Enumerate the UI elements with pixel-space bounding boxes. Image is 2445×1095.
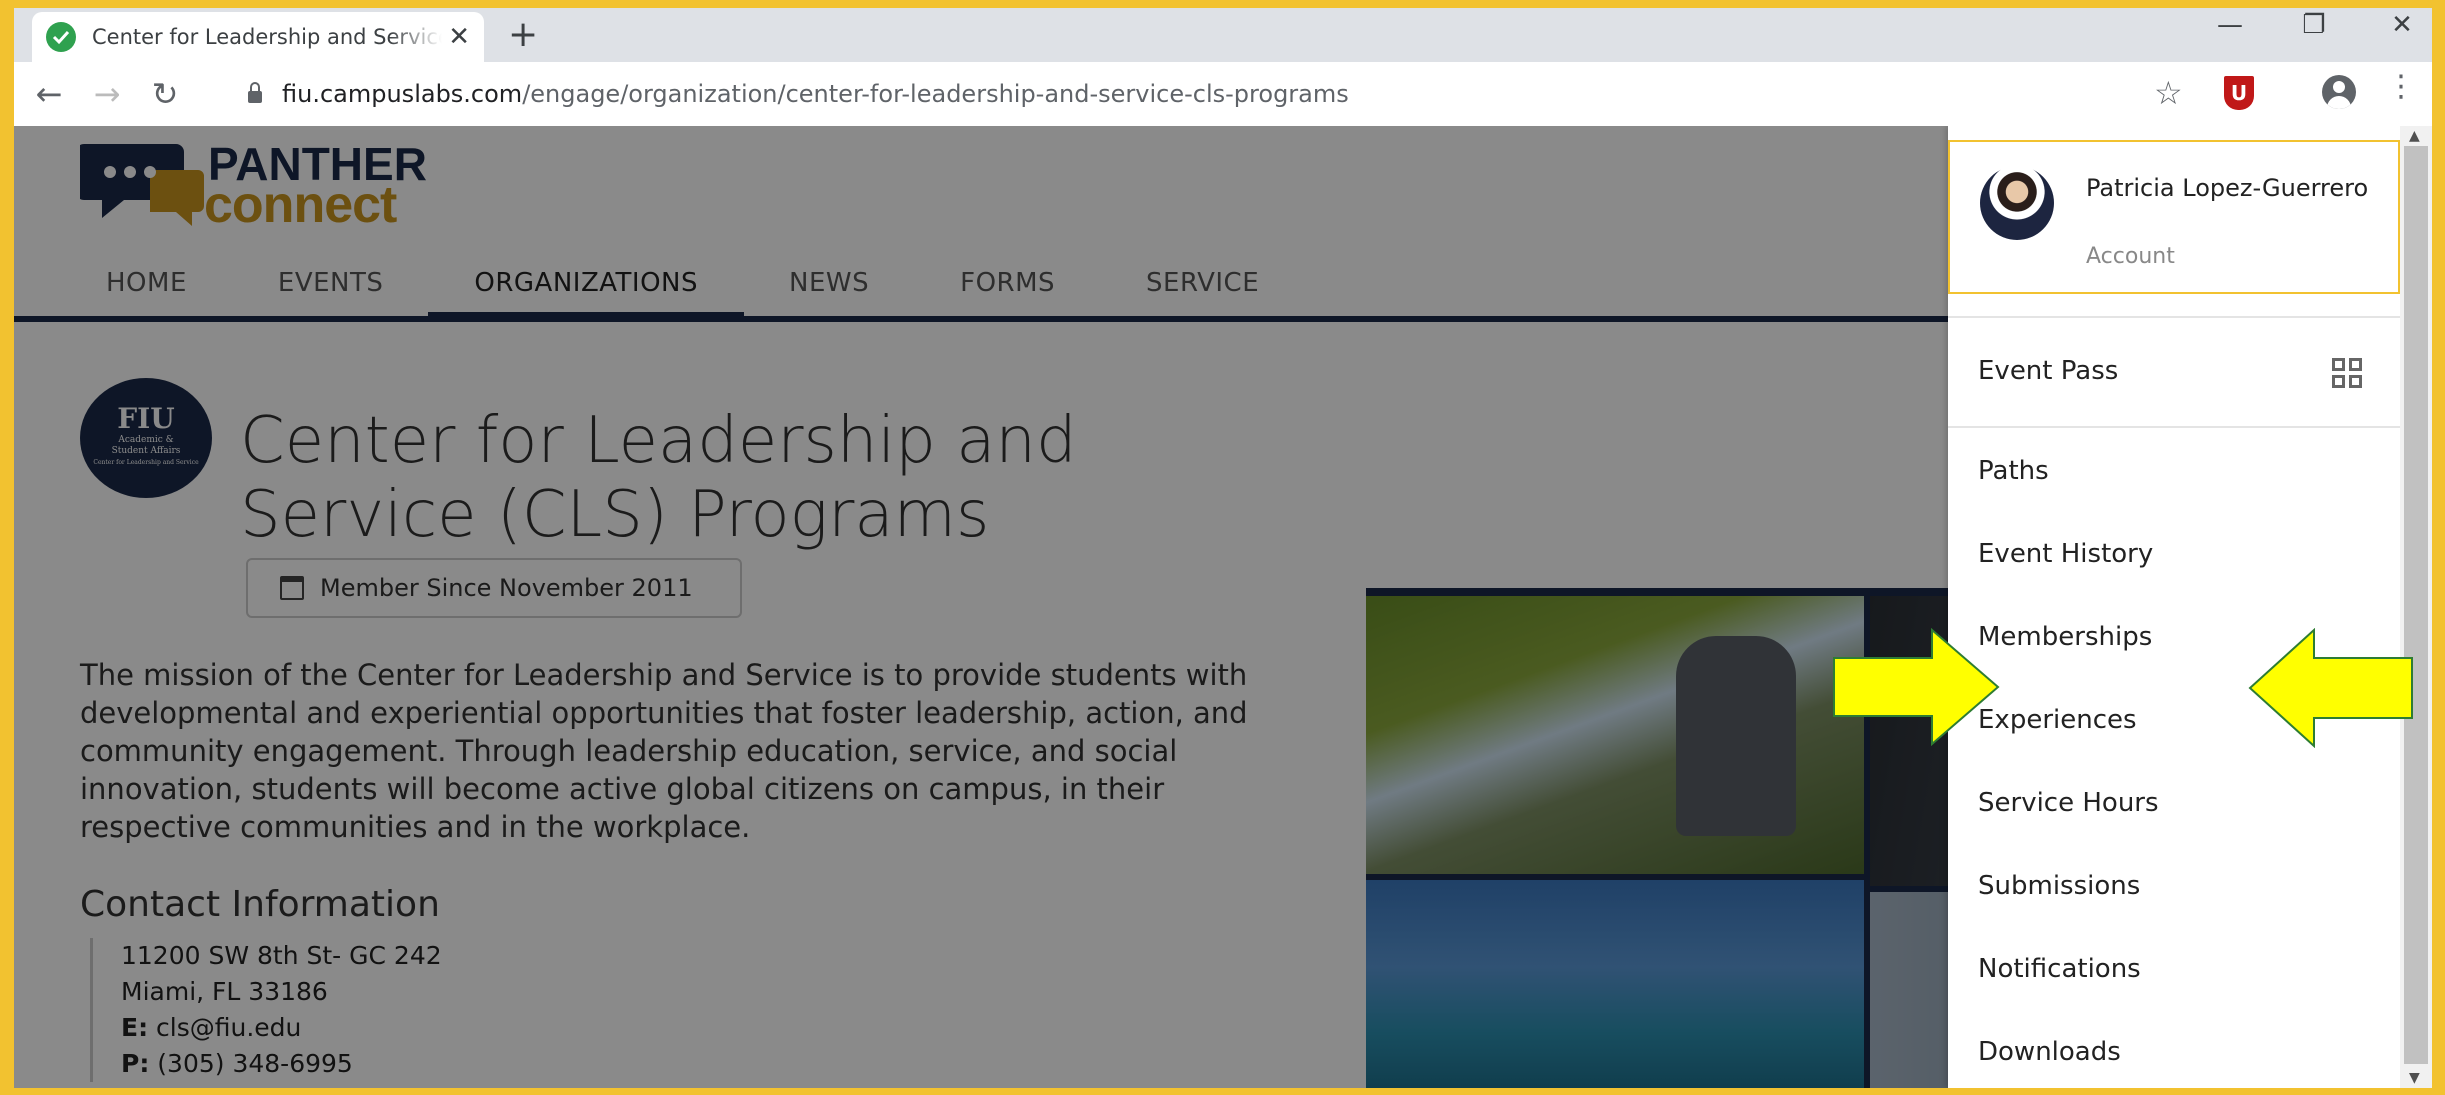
reload-icon[interactable]: ↻ bbox=[136, 75, 194, 113]
menu-item-notifications[interactable]: Notifications bbox=[1978, 954, 2368, 984]
url-path: /engage/organization/center-for-leadersh… bbox=[522, 80, 1349, 108]
menu-item-event-history[interactable]: Event History bbox=[1978, 539, 2368, 569]
user-name: Patricia Lopez-Guerrero bbox=[2086, 174, 2369, 202]
account-label: Account bbox=[2086, 244, 2175, 269]
minimize-button[interactable]: — bbox=[2200, 10, 2260, 40]
right-pointing-arrow-annotation bbox=[1833, 628, 2000, 746]
scroll-down-icon[interactable]: ▼ bbox=[2409, 1070, 2420, 1086]
tab-strip: Center for Leadership and Service (CLS) … bbox=[14, 8, 2432, 62]
campuslabs-favicon-icon bbox=[46, 22, 76, 52]
tab-title: Center for Leadership and Service (CLS) … bbox=[92, 25, 442, 49]
browser-window: Center for Leadership and Service (CLS) … bbox=[14, 8, 2432, 1088]
left-pointing-arrow-annotation bbox=[2248, 628, 2413, 748]
mcafee-extension-icon[interactable]: U bbox=[2224, 76, 2254, 110]
scrollbar-thumb[interactable] bbox=[2404, 146, 2428, 1064]
account-menu-panel: Patricia Lopez-Guerrero Account Event Pa… bbox=[1948, 126, 2400, 1088]
bookmark-star-icon[interactable]: ☆ bbox=[2154, 74, 2183, 112]
scroll-up-icon[interactable]: ▲ bbox=[2409, 128, 2420, 144]
qr-code-icon bbox=[2332, 358, 2362, 388]
menu-item-submissions[interactable]: Submissions bbox=[1978, 871, 2368, 901]
menu-divider bbox=[1948, 316, 2400, 318]
avatar bbox=[1980, 166, 2054, 240]
menu-item-event-pass[interactable]: Event Pass bbox=[1978, 356, 2368, 386]
address-bar[interactable]: fiu.campuslabs.com/engage/organization/c… bbox=[224, 70, 2214, 118]
tab-close-icon[interactable]: ✕ bbox=[448, 22, 470, 52]
window-close-button[interactable]: ✕ bbox=[2372, 10, 2432, 40]
lock-icon bbox=[248, 82, 262, 103]
profile-icon[interactable] bbox=[2322, 75, 2356, 109]
back-arrow-icon[interactable]: ← bbox=[20, 75, 78, 113]
menu-item-paths[interactable]: Paths bbox=[1978, 456, 2368, 486]
web-page: PANTHER connect HOME EVENTS ORGANIZATION… bbox=[14, 126, 2432, 1088]
new-tab-button[interactable]: + bbox=[508, 14, 538, 55]
menu-item-downloads[interactable]: Downloads bbox=[1978, 1037, 2368, 1067]
account-card[interactable]: Patricia Lopez-Guerrero Account bbox=[1948, 140, 2400, 294]
forward-arrow-icon[interactable]: → bbox=[78, 75, 136, 113]
menu-item-service-hours[interactable]: Service Hours bbox=[1978, 788, 2368, 818]
page-scrollbar[interactable]: ▲ ▼ bbox=[2400, 126, 2432, 1088]
url-host: fiu.campuslabs.com bbox=[282, 80, 523, 108]
browser-toolbar: ← → ↻ fiu.campuslabs.com/engage/organiza… bbox=[14, 62, 2432, 126]
more-menu-icon[interactable]: ⋮ bbox=[2386, 72, 2416, 102]
restore-button[interactable]: ❐ bbox=[2284, 10, 2344, 40]
browser-tab[interactable]: Center for Leadership and Service (CLS) … bbox=[32, 12, 484, 62]
menu-divider bbox=[1948, 426, 2400, 428]
